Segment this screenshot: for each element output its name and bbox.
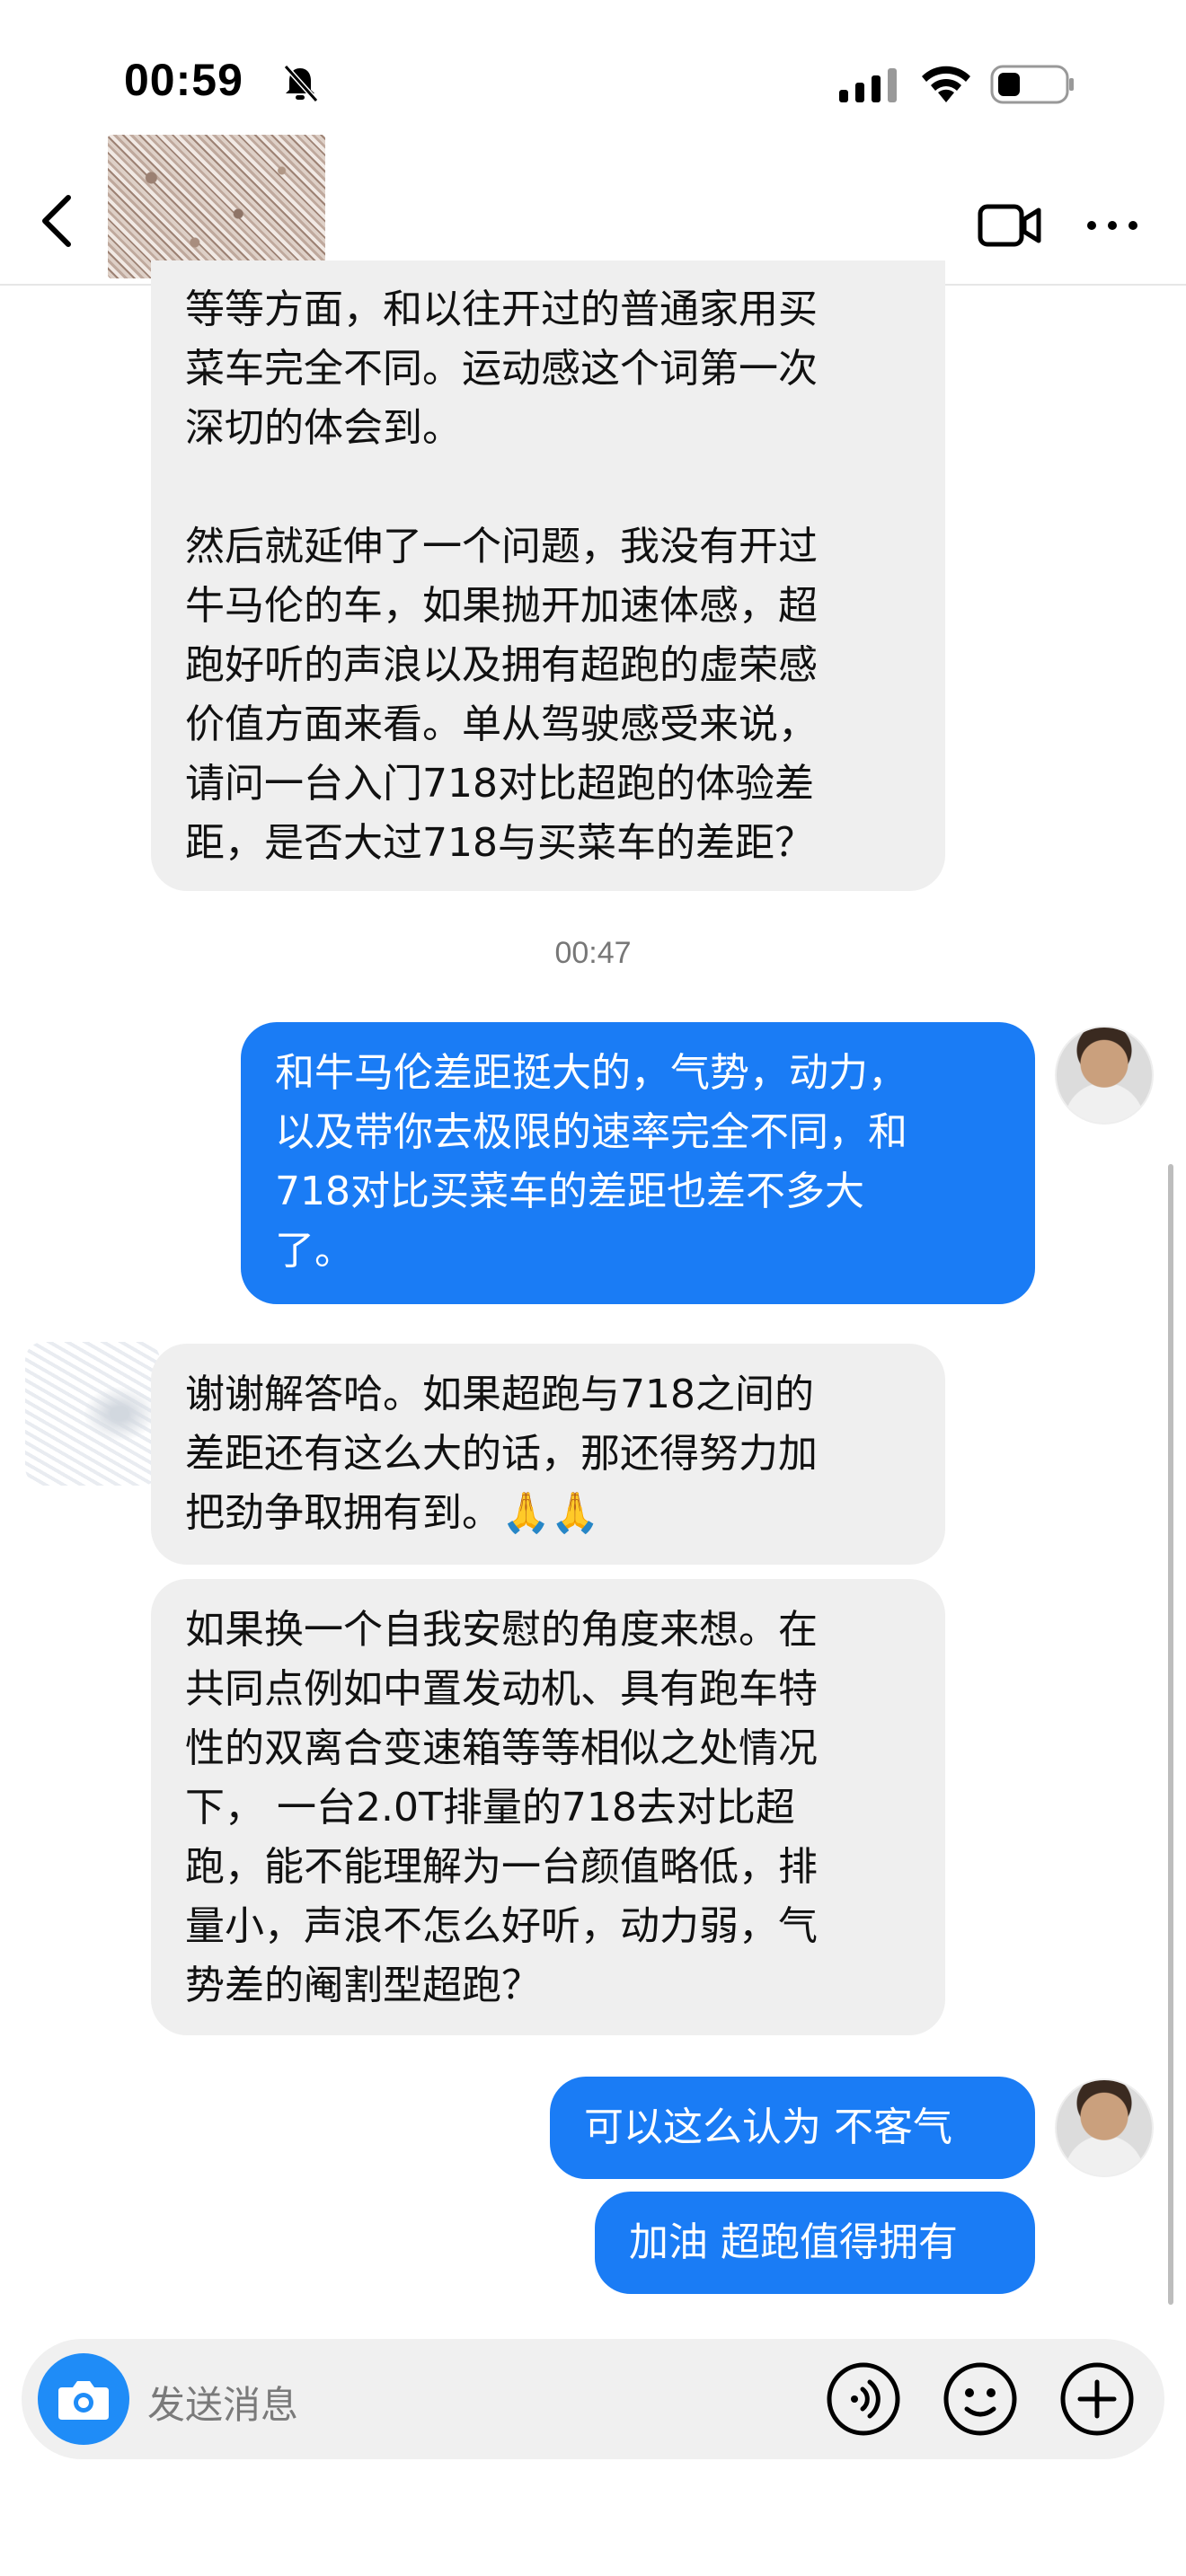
message-timestamp: 00:47 (554, 936, 632, 970)
voice-icon[interactable] (825, 2360, 902, 2438)
status-bar: 00:59 (0, 0, 1186, 135)
message-incoming[interactable]: 如果换一个自我安慰的角度来想。在 共同点例如中置发动机、具有跑车特 性的双离合变… (151, 1579, 945, 2035)
message-incoming[interactable]: 谢谢解答哈。如果超跑与718之间的 差距还有这么大的话，那还得努力加 把劲争取拥… (151, 1344, 945, 1565)
status-time: 00:59 (124, 55, 243, 105)
message-input[interactable]: 发送消息 (147, 2375, 298, 2430)
message-outgoing[interactable]: 可以这么认为 不客气 (550, 2077, 1035, 2179)
plus-icon[interactable] (1058, 2360, 1136, 2438)
video-camera-icon[interactable] (978, 203, 1042, 248)
signal-icon (839, 68, 897, 102)
contact-avatar[interactable] (108, 135, 325, 278)
more-icon[interactable] (1085, 219, 1139, 232)
scrollbar[interactable] (1168, 1164, 1173, 2305)
sender-avatar[interactable] (25, 1342, 160, 1486)
emoji-icon[interactable] (942, 2360, 1019, 2438)
battery-icon (990, 65, 1074, 104)
camera-icon (58, 2381, 109, 2420)
my-avatar[interactable] (1055, 1026, 1154, 1125)
my-avatar[interactable] (1055, 2078, 1154, 2177)
message-outgoing[interactable]: 和牛马伦差距挺大的，气势，动力， 以及带你去极限的速率完全不同，和 718对比买… (241, 1022, 1035, 1304)
message-outgoing[interactable]: 加油 超跑值得拥有 (595, 2192, 1035, 2294)
message-input-bar: 发送消息 (22, 2339, 1164, 2459)
back-icon[interactable] (38, 194, 74, 248)
bell-muted-icon (283, 64, 319, 102)
wifi-icon (922, 66, 970, 102)
message-incoming[interactable]: 等等方面，和以往开过的普通家用买 菜车完全不同。运动感这个词第一次 深切的体会到… (151, 260, 945, 891)
camera-button[interactable] (38, 2353, 129, 2445)
